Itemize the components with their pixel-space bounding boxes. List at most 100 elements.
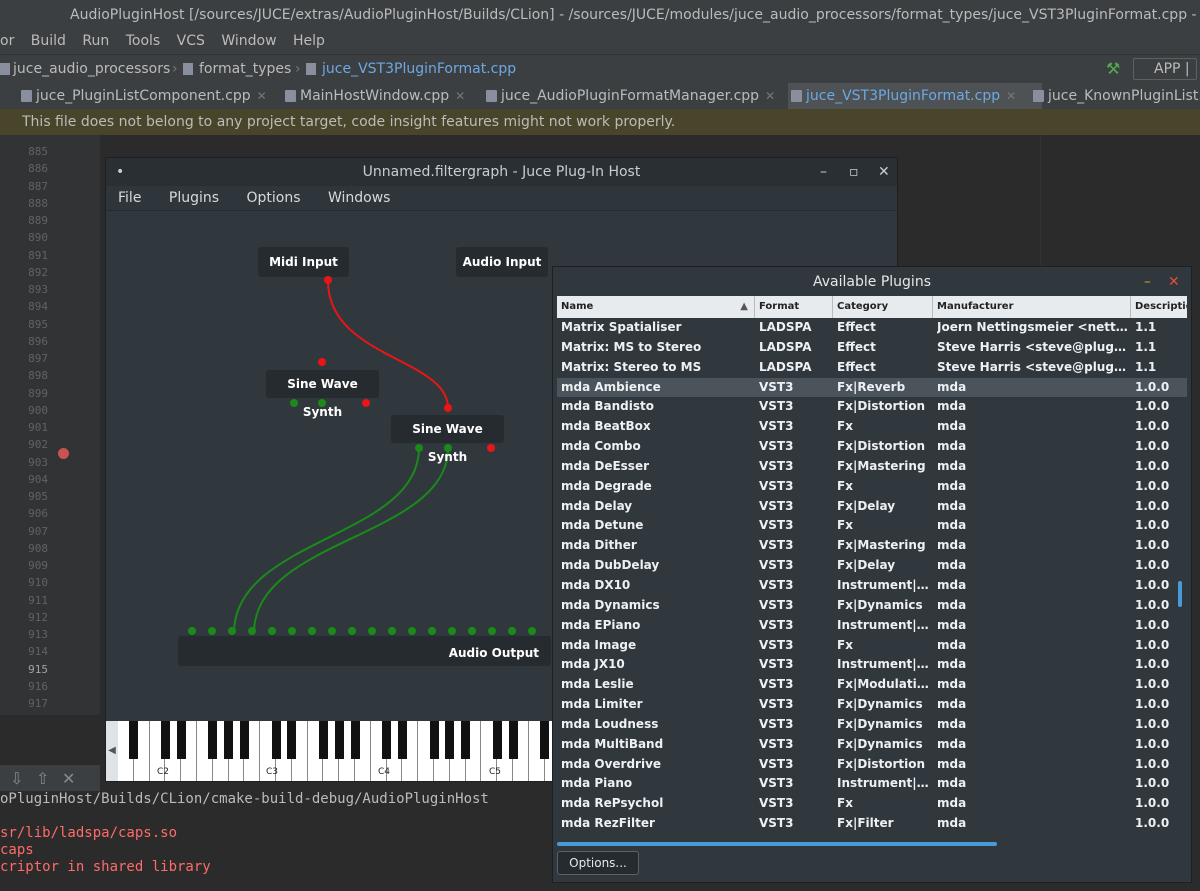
black-key[interactable] <box>397 721 407 759</box>
table-row[interactable]: mda Overdrive VST3 Fx|Distortion mda 1.0.0 <box>557 755 1187 775</box>
black-key[interactable] <box>318 721 328 759</box>
horizontal-scrollbar[interactable] <box>557 842 997 846</box>
close-icon[interactable]: ✕ <box>765 89 775 103</box>
tab-known-plugin-list[interactable]: juce_KnownPluginList. <box>1030 83 1200 109</box>
table-row[interactable]: mda EPiano VST3 Instrument|S... mda 1.0.0 <box>557 616 1187 636</box>
close-icon[interactable]: ✕ <box>257 89 267 103</box>
table-row[interactable]: mda DeEsser VST3 Fx|Mastering mda 1.0.0 <box>557 457 1187 477</box>
column-header-category[interactable]: Category <box>833 296 933 318</box>
black-key[interactable] <box>239 721 249 759</box>
table-row[interactable]: mda Detune VST3 Fx mda 1.0.0 <box>557 516 1187 536</box>
node-midi-input[interactable]: Midi Input <box>258 247 349 277</box>
audio-in-pin[interactable] <box>328 627 336 635</box>
tab-audio-plugin-format-manager[interactable]: juce_AudioPluginFormatManager.cpp ✕ <box>483 83 775 109</box>
black-key[interactable] <box>160 721 170 759</box>
node-sine-wave-synth-2[interactable]: Sine Wave Synth <box>391 415 504 464</box>
table-row[interactable]: mda JX10 VST3 Instrument|S... mda 1.0.0 <box>557 655 1187 675</box>
audio-in-pin[interactable] <box>368 627 376 635</box>
table-row[interactable]: mda DX10 VST3 Instrument|S... mda 1.0.0 <box>557 576 1187 596</box>
audio-in-pin[interactable] <box>228 627 236 635</box>
menu-item-window[interactable]: Window <box>221 30 276 52</box>
column-header-manufacturer[interactable]: Manufacturer <box>933 296 1131 318</box>
menu-item-build[interactable]: Build <box>31 30 66 52</box>
table-row[interactable]: mda Combo VST3 Fx|Distortion mda 1.0.0 <box>557 437 1187 457</box>
table-row[interactable]: mda Piano VST3 Instrument|S... mda 1.0.0 <box>557 774 1187 794</box>
black-key[interactable] <box>176 721 186 759</box>
vertical-scrollbar[interactable] <box>1178 581 1182 607</box>
midi-keyboard[interactable]: ◀ C2 C3 C4 C5 <box>106 721 556 781</box>
table-row[interactable]: Matrix: Stereo to MS LADSPA Effect Steve Ha… <box>557 358 1187 378</box>
black-key[interactable] <box>287 721 297 759</box>
tab-vst3-plugin-format[interactable]: juce_VST3PluginFormat.cpp ✕ <box>788 83 1042 109</box>
audio-in-pin[interactable] <box>488 627 496 635</box>
audio-in-pin[interactable] <box>348 627 356 635</box>
column-header-format[interactable]: Format <box>755 296 833 318</box>
breadcrumb-folder[interactable]: format_types <box>199 55 291 83</box>
audio-in-pin[interactable] <box>508 627 516 635</box>
black-key[interactable] <box>429 721 439 759</box>
menu-item-vcs[interactable]: VCS <box>177 30 205 52</box>
table-row[interactable]: mda Dynamics VST3 Fx|Dynamics mda 1.0.0 <box>557 596 1187 616</box>
audio-in-pin[interactable] <box>528 627 536 635</box>
build-hammer-icon[interactable]: ⚒ <box>1106 55 1120 83</box>
black-key[interactable] <box>540 721 550 759</box>
black-key[interactable] <box>382 721 392 759</box>
table-row[interactable]: mda Loudness VST3 Fx|Dynamics mda 1.0.0 <box>557 715 1187 735</box>
audio-in-pin[interactable] <box>248 627 256 635</box>
audio-out-pin[interactable] <box>290 399 298 407</box>
minimize-icon[interactable]: – <box>1144 267 1151 297</box>
node-sine-wave-synth[interactable]: Sine Wave Synth <box>266 370 379 419</box>
black-key[interactable] <box>271 721 281 759</box>
audio-in-pin[interactable] <box>208 627 216 635</box>
close-icon[interactable]: ✕ <box>1006 89 1016 103</box>
breakpoint-icon[interactable] <box>58 448 69 459</box>
audio-out-pin[interactable] <box>318 399 326 407</box>
table-row[interactable]: mda Delay VST3 Fx|Delay mda 1.0.0 <box>557 497 1187 517</box>
black-key[interactable] <box>129 721 139 759</box>
upload-icon[interactable]: ⇧ <box>36 769 49 788</box>
black-key[interactable] <box>208 721 218 759</box>
midi-in-pin[interactable] <box>444 404 452 412</box>
menu-item-run[interactable]: Run <box>82 30 109 52</box>
table-row[interactable]: mda Degrade VST3 Fx mda 1.0.0 <box>557 477 1187 497</box>
audio-in-pin[interactable] <box>288 627 296 635</box>
node-audio-input[interactable]: Audio Input <box>456 247 548 277</box>
midi-in-pin[interactable] <box>318 358 326 366</box>
table-row[interactable]: Matrix Spatialiser LADSPA Effect Joern Nett… <box>557 318 1187 338</box>
audio-in-pin[interactable] <box>308 627 316 635</box>
node-audio-output[interactable]: Audio Output <box>178 636 551 666</box>
table-row[interactable]: mda Limiter VST3 Fx|Dynamics mda 1.0.0 <box>557 695 1187 715</box>
table-row[interactable]: mda MultiBand VST3 Fx|Dynamics mda 1.0.0 <box>557 735 1187 755</box>
black-key[interactable] <box>350 721 360 759</box>
black-key[interactable] <box>508 721 518 759</box>
tab-plugin-list-component[interactable]: juce_PluginListComponent.cpp ✕ <box>18 83 267 109</box>
clear-icon[interactable]: ✕ <box>62 769 75 788</box>
close-icon[interactable]: ✕ <box>455 89 465 103</box>
audio-in-pin[interactable] <box>468 627 476 635</box>
breadcrumb-file[interactable]: juce_VST3PluginFormat.cpp <box>322 55 516 83</box>
table-row[interactable]: mda Leslie VST3 Fx|Modulation mda 1.0.0 <box>557 675 1187 695</box>
menu-item-help[interactable]: Help <box>293 30 325 52</box>
audio-in-pin[interactable] <box>448 627 456 635</box>
audio-connection-left[interactable] <box>233 447 420 634</box>
black-key[interactable] <box>334 721 344 759</box>
column-header-name[interactable]: Name ▲ <box>557 296 755 318</box>
audio-out-pin[interactable] <box>444 444 452 452</box>
tab-main-host-window[interactable]: MainHostWindow.cpp ✕ <box>282 83 465 109</box>
options-button[interactable]: Options... <box>557 851 639 875</box>
audio-connection-right[interactable] <box>253 447 449 634</box>
table-row[interactable]: mda Bandisto VST3 Fx|Distortion mda 1.0.0 <box>557 397 1187 417</box>
black-key[interactable] <box>445 721 455 759</box>
menu-item-or[interactable]: or <box>0 30 14 52</box>
table-row[interactable]: mda Dither VST3 Fx|Mastering mda 1.0.0 <box>557 536 1187 556</box>
table-row[interactable]: Matrix: MS to Stereo LADSPA Effect Steve Ha… <box>557 338 1187 358</box>
table-row[interactable]: mda Ambience VST3 Fx|Reverb mda 1.0.0 <box>557 377 1187 398</box>
audio-in-pin[interactable] <box>388 627 396 635</box>
keyboard-scroll-left-icon[interactable]: ◀ <box>106 721 118 781</box>
black-key[interactable] <box>461 721 471 759</box>
black-key[interactable] <box>492 721 502 759</box>
column-header-description[interactable]: Description <box>1131 296 1187 318</box>
table-row[interactable]: mda RePsychol VST3 Fx mda 1.0.0 <box>557 794 1187 814</box>
midi-out-pin[interactable] <box>362 399 370 407</box>
black-key[interactable] <box>224 721 234 759</box>
